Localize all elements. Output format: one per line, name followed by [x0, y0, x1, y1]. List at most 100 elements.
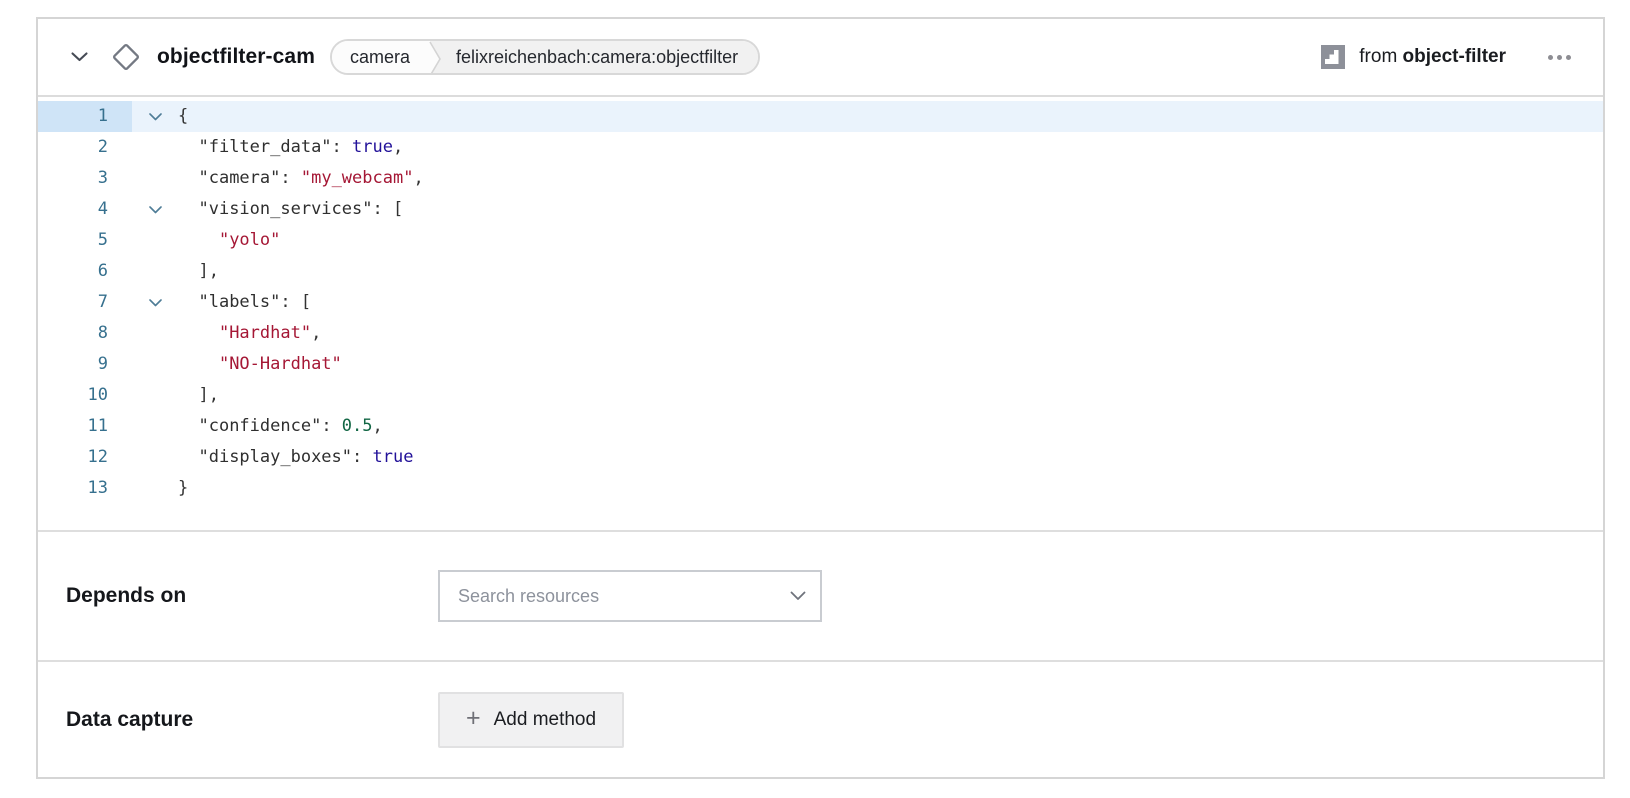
token-punctuation	[178, 416, 198, 436]
code-content[interactable]: "filter_data": true,	[178, 132, 1603, 163]
depends-on-label: Depends on	[66, 584, 438, 608]
json-config-editor[interactable]: 1{2 "filter_data": true,3 "camera": "my_…	[38, 97, 1603, 530]
code-content[interactable]: ],	[178, 380, 1603, 411]
badge-separator-icon	[424, 41, 444, 73]
ellipsis-dot	[1548, 55, 1553, 60]
depends-on-section: Depends on	[38, 530, 1603, 660]
token-boolean: true	[352, 137, 393, 157]
token-punctuation: : [	[280, 292, 311, 312]
line-number: 4	[38, 194, 132, 225]
code-line[interactable]: 4 "vision_services": [	[38, 194, 1603, 225]
card-header: objectfilter-cam camera felixreichenbach…	[38, 19, 1603, 97]
token-boolean: true	[373, 447, 414, 467]
token-punctuation: : [	[372, 199, 403, 219]
code-content[interactable]: "Hardhat",	[178, 318, 1603, 349]
code-content[interactable]: "labels": [	[178, 287, 1603, 318]
token-punctuation	[178, 230, 219, 250]
module-icon	[1320, 44, 1346, 70]
code-line[interactable]: 1{	[38, 101, 1603, 132]
token-punctuation: ],	[178, 261, 219, 281]
line-number: 13	[38, 473, 132, 504]
module-name: object-filter	[1403, 46, 1506, 67]
resource-type-badge: camera felixreichenbach:camera:objectfil…	[330, 39, 760, 75]
code-line[interactable]: 2 "filter_data": true,	[38, 132, 1603, 163]
code-line[interactable]: 13}	[38, 473, 1603, 504]
fold-gutter-spacer	[132, 349, 178, 380]
token-punctuation: ,	[311, 323, 321, 343]
code-line[interactable]: 12 "display_boxes": true	[38, 442, 1603, 473]
fold-chevron-icon[interactable]	[132, 287, 178, 318]
data-capture-label: Data capture	[66, 708, 438, 732]
fold-gutter-spacer	[132, 380, 178, 411]
search-resources-input[interactable]	[438, 570, 822, 622]
fold-gutter-spacer	[132, 225, 178, 256]
token-punctuation: ,	[413, 168, 423, 188]
resource-model: felixreichenbach:camera:objectfilter	[444, 41, 758, 73]
more-options-button[interactable]	[1546, 49, 1573, 66]
token-punctuation: ],	[178, 385, 219, 405]
code-line[interactable]: 5 "yolo"	[38, 225, 1603, 256]
token-punctuation	[178, 447, 198, 467]
code-content[interactable]: "NO-Hardhat"	[178, 349, 1603, 380]
token-punctuation: :	[352, 447, 372, 467]
token-punctuation: :	[280, 168, 300, 188]
code-content[interactable]: "yolo"	[178, 225, 1603, 256]
token-punctuation: {	[178, 106, 188, 126]
code-line[interactable]: 7 "labels": [	[38, 287, 1603, 318]
code-content[interactable]: {	[178, 101, 1603, 132]
line-number: 9	[38, 349, 132, 380]
token-string: "yolo"	[219, 230, 280, 250]
module-source-text: from object-filter	[1359, 46, 1506, 68]
component-diamond-icon	[112, 43, 140, 71]
token-punctuation: }	[178, 478, 188, 498]
ellipsis-dot	[1557, 55, 1562, 60]
plus-icon: +	[466, 706, 481, 731]
fold-gutter-spacer	[132, 163, 178, 194]
code-content[interactable]: "camera": "my_webcam",	[178, 163, 1603, 194]
line-number: 6	[38, 256, 132, 287]
token-punctuation	[178, 137, 198, 157]
token-punctuation: :	[321, 416, 341, 436]
fold-gutter-spacer	[132, 132, 178, 163]
code-line[interactable]: 3 "camera": "my_webcam",	[38, 163, 1603, 194]
token-punctuation	[178, 168, 198, 188]
code-line[interactable]: 10 ],	[38, 380, 1603, 411]
ellipsis-dot	[1566, 55, 1571, 60]
fold-chevron-icon[interactable]	[132, 101, 178, 132]
add-method-button[interactable]: + Add method	[438, 692, 624, 748]
code-content[interactable]: "display_boxes": true	[178, 442, 1603, 473]
resource-type: camera	[332, 41, 424, 73]
token-number: 0.5	[342, 416, 373, 436]
code-content[interactable]: "vision_services": [	[178, 194, 1603, 225]
code-content[interactable]: "confidence": 0.5,	[178, 411, 1603, 442]
token-punctuation	[178, 323, 219, 343]
token-property: "confidence"	[198, 416, 321, 436]
resource-name: objectfilter-cam	[157, 45, 315, 69]
depends-search	[438, 570, 822, 622]
collapse-button[interactable]	[68, 46, 90, 68]
code-content[interactable]: }	[178, 473, 1603, 504]
code-line[interactable]: 6 ],	[38, 256, 1603, 287]
fold-chevron-icon[interactable]	[132, 194, 178, 225]
token-property: "display_boxes"	[198, 447, 352, 467]
token-punctuation	[178, 199, 198, 219]
line-number: 1	[38, 101, 132, 132]
add-method-label: Add method	[494, 709, 596, 731]
code-line[interactable]: 11 "confidence": 0.5,	[38, 411, 1603, 442]
fold-gutter-spacer	[132, 318, 178, 349]
token-property: "labels"	[198, 292, 280, 312]
token-string: "NO-Hardhat"	[219, 354, 342, 374]
from-label: from	[1359, 46, 1402, 67]
token-property: "camera"	[198, 168, 280, 188]
line-number: 8	[38, 318, 132, 349]
code-content[interactable]: ],	[178, 256, 1603, 287]
token-property: "filter_data"	[198, 137, 331, 157]
token-punctuation: ,	[393, 137, 403, 157]
token-punctuation	[178, 354, 219, 374]
token-punctuation: ,	[373, 416, 383, 436]
resource-config-card: objectfilter-cam camera felixreichenbach…	[36, 17, 1605, 779]
line-number: 12	[38, 442, 132, 473]
token-string: "Hardhat"	[219, 323, 311, 343]
code-line[interactable]: 8 "Hardhat",	[38, 318, 1603, 349]
code-line[interactable]: 9 "NO-Hardhat"	[38, 349, 1603, 380]
